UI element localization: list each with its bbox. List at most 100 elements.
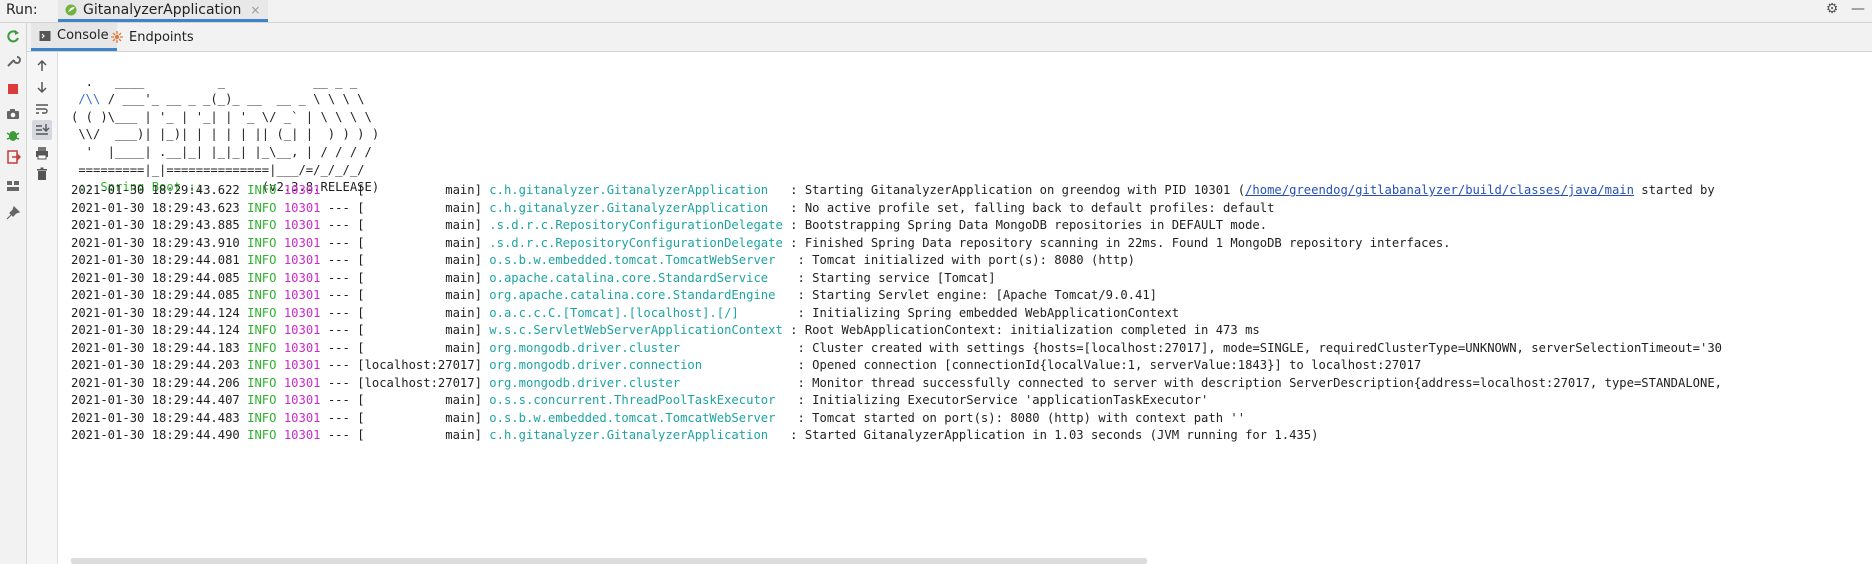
log-pid: 10301 bbox=[283, 253, 321, 267]
log-pid: 10301 bbox=[283, 183, 321, 197]
run-tool-strip bbox=[0, 23, 27, 564]
arrow-up-icon[interactable] bbox=[34, 58, 50, 74]
log-thread: [ main] bbox=[357, 323, 482, 337]
banner-line-6: =========|_|==============|___/=/_/_/_/ bbox=[71, 162, 365, 177]
log-message: : Initializing ExecutorService 'applicat… bbox=[797, 393, 1209, 407]
log-message: : Bootstrapping Spring Data MongoDB repo… bbox=[790, 218, 1268, 232]
log-separator: --- bbox=[327, 340, 350, 355]
pin-icon[interactable] bbox=[5, 205, 21, 221]
arrow-down-icon[interactable] bbox=[34, 79, 50, 95]
settings-gear-icon[interactable]: ⚙ bbox=[1824, 1, 1840, 17]
log-level: INFO bbox=[247, 183, 277, 197]
log-pid: 10301 bbox=[283, 270, 321, 285]
log-timestamp: 2021-01-30 18:29:44.206 bbox=[71, 375, 240, 390]
banner-line-5: ' |____| .__|_| |_|_| |_\__, | / / / / bbox=[71, 144, 372, 159]
log-logger: o.s.b.w.embedded.tomcat.TomcatWebServer bbox=[489, 253, 791, 267]
log-pid: 10301 bbox=[283, 218, 321, 232]
log-logger: org.apache.catalina.core.StandardEngine bbox=[489, 288, 791, 302]
close-tab-icon[interactable]: × bbox=[250, 3, 260, 17]
debug-bug-icon[interactable] bbox=[5, 127, 21, 143]
log-level: INFO bbox=[247, 270, 277, 285]
log-pid: 10301 bbox=[283, 375, 321, 390]
log-pid: 10301 bbox=[283, 235, 321, 250]
log-thread: [ main] bbox=[357, 253, 482, 267]
log-separator: --- bbox=[327, 428, 350, 442]
log-pid: 10301 bbox=[283, 288, 321, 302]
exit-icon[interactable] bbox=[5, 149, 21, 165]
log-thread: [ main] bbox=[357, 218, 482, 232]
log-level: INFO bbox=[247, 358, 277, 372]
print-icon[interactable] bbox=[34, 145, 50, 161]
log-pid: 10301 bbox=[283, 428, 321, 442]
console-icon bbox=[39, 30, 51, 41]
log-timestamp: 2021-01-30 18:29:44.124 bbox=[71, 305, 240, 320]
rerun-icon[interactable] bbox=[5, 28, 21, 44]
log-timestamp: 2021-01-30 18:29:44.490 bbox=[71, 428, 240, 442]
log-message: : Tomcat initialized with port(s): 8080 … bbox=[797, 253, 1136, 267]
console-output[interactable]: . ____ _ __ _ _ /\\ / ___'_ __ _ _(_)_ _… bbox=[58, 52, 1872, 564]
banner-line-3: ( ( )\___ | '_ | '_| | '_ \/ _` | \ \ \ … bbox=[71, 109, 372, 124]
log-timestamp: 2021-01-30 18:29:44.085 bbox=[71, 288, 240, 302]
log-pid: 10301 bbox=[283, 200, 321, 215]
log-thread: [localhost:27017] bbox=[357, 375, 482, 390]
log-thread: [ main] bbox=[357, 183, 482, 197]
banner-line-2-b: / ___'_ __ _ _(_)_ __ __ _ \ \ \ \ bbox=[100, 92, 365, 107]
scroll-to-end-icon[interactable] bbox=[32, 120, 52, 140]
log-timestamp: 2021-01-30 18:29:44.203 bbox=[71, 358, 240, 372]
tab-endpoints-label: Endpoints bbox=[129, 29, 194, 45]
run-toolbar: Run: GitanalyzerApplication × ⚙ — bbox=[0, 0, 1872, 23]
endpoints-icon bbox=[111, 31, 123, 43]
log-timestamp: 2021-01-30 18:29:44.085 bbox=[71, 270, 240, 285]
horizontal-scrollbar[interactable] bbox=[71, 558, 1147, 564]
log-message: : Tomcat started on port(s): 8080 (http)… bbox=[797, 410, 1246, 425]
log-logger: o.apache.catalina.core.StandardService bbox=[489, 270, 791, 285]
log-level: INFO bbox=[247, 235, 277, 250]
log-level: INFO bbox=[247, 428, 277, 442]
log-thread: [localhost:27017] bbox=[357, 358, 482, 372]
log-thread: [ main] bbox=[357, 305, 482, 320]
tab-endpoints[interactable]: Endpoints bbox=[103, 23, 202, 51]
log-separator: --- bbox=[327, 305, 350, 320]
banner-line-2-a: /\\ bbox=[71, 92, 101, 107]
spring-run-icon bbox=[65, 4, 77, 15]
log-message: : Starting service [Tomcat] bbox=[797, 270, 996, 285]
stop-icon[interactable] bbox=[5, 81, 21, 97]
log-pid: 10301 bbox=[283, 358, 321, 372]
layout-icon[interactable] bbox=[5, 178, 21, 194]
log-timestamp: 2021-01-30 18:29:44.124 bbox=[71, 323, 240, 337]
console-tabs: Console Endpoints bbox=[27, 23, 1872, 52]
log-logger: o.s.s.concurrent.ThreadPoolTaskExecutor bbox=[489, 393, 791, 407]
log-separator: --- bbox=[327, 410, 350, 425]
run-config-tab[interactable]: GitanalyzerApplication × bbox=[58, 0, 269, 22]
soft-wrap-icon[interactable] bbox=[34, 101, 50, 117]
log-level: INFO bbox=[247, 323, 277, 337]
log-message: : Opened connection [connectionId{localV… bbox=[797, 358, 1422, 372]
wrench-icon[interactable] bbox=[5, 53, 21, 69]
log-logger: .s.d.r.c.RepositoryConfigurationDelegate bbox=[489, 218, 783, 232]
log-separator: --- bbox=[327, 375, 350, 390]
run-label: Run: bbox=[6, 2, 38, 18]
log-thread: [ main] bbox=[357, 270, 482, 285]
run-config-name: GitanalyzerApplication bbox=[83, 1, 242, 18]
camera-icon[interactable] bbox=[5, 106, 21, 122]
log-separator: --- bbox=[327, 253, 350, 267]
log-separator: --- bbox=[327, 235, 350, 250]
log-level: INFO bbox=[247, 200, 277, 215]
console-tool-strip bbox=[27, 52, 58, 564]
log-logger: c.h.gitanalyzer.GitanalyzerApplication bbox=[489, 200, 783, 215]
log-separator: --- bbox=[327, 200, 350, 215]
log-logger: o.a.c.c.C.[Tomcat].[localhost].[/] bbox=[489, 305, 791, 320]
log-timestamp: 2021-01-30 18:29:44.183 bbox=[71, 340, 240, 355]
log-separator: --- bbox=[327, 288, 350, 302]
log-logger: org.mongodb.driver.cluster bbox=[489, 340, 791, 355]
log-message: : Cluster created with settings {hosts=[… bbox=[797, 340, 1723, 355]
log-level: INFO bbox=[247, 340, 277, 355]
log-path-link[interactable]: /home/greendog/gitlabanalyzer/build/clas… bbox=[1245, 183, 1634, 197]
minimize-icon[interactable]: — bbox=[1850, 1, 1866, 17]
log-message: : Started GitanalyzerApplication in 1.03… bbox=[790, 428, 1319, 442]
log-timestamp: 2021-01-30 18:29:43.885 bbox=[71, 218, 240, 232]
log-pid: 10301 bbox=[283, 410, 321, 425]
trash-icon[interactable] bbox=[34, 166, 50, 182]
log-logger: o.s.b.w.embedded.tomcat.TomcatWebServer bbox=[489, 410, 791, 425]
log-message-tail: started by bbox=[1633, 183, 1715, 197]
